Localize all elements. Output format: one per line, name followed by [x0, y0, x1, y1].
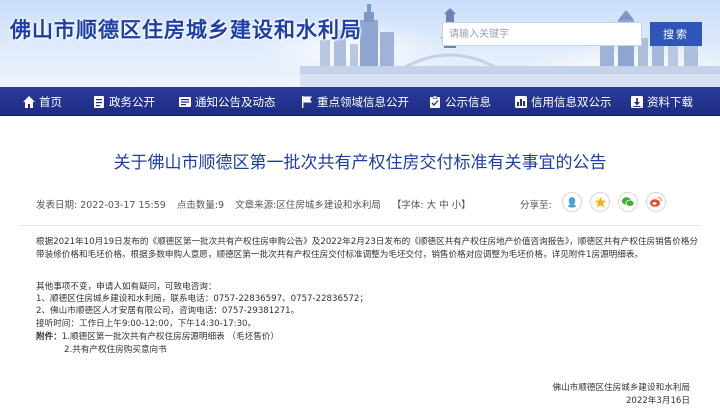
- search-input[interactable]: [442, 22, 642, 46]
- hours-line: 接听时间：工作日上午9:00-12:00，下午14:30-17:30。: [36, 319, 257, 329]
- search-bar: 搜索: [442, 22, 702, 46]
- signature-org: 佛山市顺德区住房城乡建设和水利局: [552, 383, 690, 393]
- nav-item-label: 政务公开: [109, 94, 155, 109]
- article-title: 关于佛山市顺德区第一批次共有产权住房交付标准有关事宜的公告: [113, 153, 607, 173]
- share-wechat-button[interactable]: [618, 192, 638, 212]
- attachments-label: 附件：: [36, 332, 62, 342]
- nav-item-home[interactable]: 首页: [22, 87, 62, 116]
- home-icon: [23, 95, 35, 108]
- share-qq-button[interactable]: [562, 192, 582, 212]
- star-icon: [594, 196, 606, 207]
- nav-item-label: 重点领域信息公开: [317, 94, 409, 109]
- meta-divider: [20, 225, 700, 226]
- attachment-link[interactable]: 2.共有产权住房购买意向书: [64, 343, 167, 355]
- publish-date: 发表日期: 2022-03-17 15:59: [36, 200, 166, 211]
- article-source: 文章来源:区住房城乡建设和水利局: [235, 200, 381, 211]
- share-favorite-button[interactable]: [590, 192, 610, 212]
- nav-item-label: 公示信息: [445, 94, 491, 109]
- font-size-control[interactable]: 【字体: 大 中 小】: [392, 200, 471, 211]
- nav-item-label: 资料下载: [647, 94, 693, 109]
- nav-item-downloads[interactable]: 资料下载: [630, 87, 693, 116]
- notice-icon: [179, 96, 191, 107]
- clipboard-icon: [430, 95, 440, 108]
- nav-item-label: 通知公告及动态: [195, 94, 276, 109]
- nav-item-label: 首页: [39, 94, 62, 109]
- header-banner: 佛山市顺德区住房城乡建设和水利局 搜索: [0, 0, 720, 87]
- nav-item-public-info[interactable]: 公示信息: [428, 87, 491, 116]
- nav-item-credit-info[interactable]: 信用信息双公示: [514, 87, 612, 116]
- share-weibo-button[interactable]: [646, 192, 666, 212]
- download-icon: [631, 95, 643, 108]
- signature-date: 2022年3月16日: [625, 396, 690, 406]
- weibo-icon: [650, 196, 663, 207]
- site-title: 佛山市顺德区住房城乡建设和水利局: [10, 18, 362, 42]
- bar-chart-icon: [515, 95, 527, 108]
- attachments-line: 附件：1.顺德区第一批次共有产权住房房源明细表 （毛坯售价）: [36, 330, 279, 342]
- qq-icon: [568, 197, 576, 208]
- flag-icon: [302, 95, 312, 108]
- paragraph: 其他事项不变，申请人如有疑问，可致电咨询：: [36, 282, 217, 292]
- paragraph: 根据2021年10月19日发布的《顺德区第一批次共有产权住房申购公告》及2022…: [36, 237, 699, 260]
- main-nav: 首页 政务公开 通知公告及动态 重点领域信息公开 公示信息 信用信息双公示 资料…: [0, 87, 720, 116]
- nav-item-label: 信用信息双公示: [531, 94, 612, 109]
- attachment-link[interactable]: 1.顺德区第一批次共有产权住房房源明细表 （毛坯售价）: [62, 332, 279, 342]
- wechat-icon: [621, 197, 635, 207]
- nav-item-notices[interactable]: 通知公告及动态: [178, 87, 276, 116]
- nav-item-key-areas[interactable]: 重点领域信息公开: [300, 87, 409, 116]
- search-button[interactable]: 搜索: [650, 22, 702, 46]
- document-list-icon: [94, 95, 104, 108]
- article-meta: 发表日期: 2022-03-17 15:59 点击数量:9 文章来源:区住房城乡…: [36, 197, 479, 211]
- nav-item-government-affairs[interactable]: 政务公开: [92, 87, 155, 116]
- contact-line: 1、顺德区住房城乡建设和水利局，联系电话：0757-22836597、0757-…: [36, 294, 368, 304]
- click-count: 点击数量:9: [176, 200, 225, 211]
- share-label: 分享至:: [520, 200, 552, 211]
- contact-line: 2、佛山市顺德区人才安居有限公司，咨询电话：0757-29381271。: [36, 306, 300, 316]
- article-body: 根据2021年10月19日发布的《顺德区第一批次共有产权住房申购公告》及2022…: [36, 236, 700, 262]
